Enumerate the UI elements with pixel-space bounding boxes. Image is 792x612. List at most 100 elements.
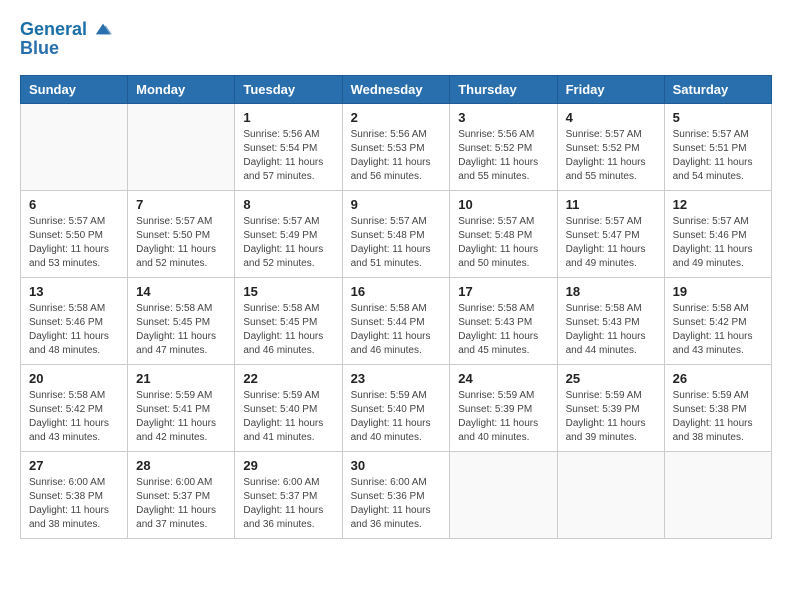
day-number: 12 bbox=[673, 197, 763, 212]
calendar-day-cell: 23 Sunrise: 5:59 AM Sunset: 5:40 PM Dayli… bbox=[342, 364, 450, 451]
day-number: 28 bbox=[136, 458, 226, 473]
day-info: Sunrise: 5:58 AM Sunset: 5:43 PM Dayligh… bbox=[458, 302, 548, 358]
calendar-day-cell: 2 Sunrise: 5:56 AM Sunset: 5:53 PM Daylig… bbox=[342, 103, 450, 190]
calendar-day-cell: 12 Sunrise: 5:57 AM Sunset: 5:46 PM Dayli… bbox=[664, 190, 771, 277]
day-number: 2 bbox=[351, 110, 442, 125]
calendar-day-cell: 16Sunrise: 5:58 AM Sunset: 5:44 PM Dayli… bbox=[342, 277, 450, 364]
calendar-day-cell: 13 Sunrise: 5:58 AM Sunset: 5:46 PM Dayli… bbox=[21, 277, 128, 364]
calendar-week-row: 1 Sunrise: 5:56 AM Sunset: 5:54 PM Daylig… bbox=[21, 103, 772, 190]
logo: General Blue bbox=[20, 20, 112, 59]
day-info: Sunrise: 5:57 AM Sunset: 5:52 PM Dayligh… bbox=[566, 128, 656, 184]
calendar-day-cell: 24 Sunrise: 5:59 AM Sunset: 5:39 PM Dayli… bbox=[450, 364, 557, 451]
day-info: Sunrise: 5:58 AM Sunset: 5:45 PM Dayligh… bbox=[136, 302, 226, 358]
calendar-day-cell: 11Sunrise: 5:57 AM Sunset: 5:47 PM Dayli… bbox=[557, 190, 664, 277]
calendar-day-cell: 1 Sunrise: 5:56 AM Sunset: 5:54 PM Daylig… bbox=[235, 103, 342, 190]
day-info: Sunrise: 5:59 AM Sunset: 5:41 PM Dayligh… bbox=[136, 389, 226, 445]
calendar-day-cell bbox=[21, 103, 128, 190]
day-number: 30 bbox=[351, 458, 442, 473]
day-info: Sunrise: 5:57 AM Sunset: 5:50 PM Dayligh… bbox=[29, 215, 119, 271]
day-number: 13 bbox=[29, 284, 119, 299]
day-info: Sunrise: 5:57 AM Sunset: 5:48 PM Dayligh… bbox=[458, 215, 548, 271]
calendar-header-row: SundayMondayTuesdayWednesdayThursdayFrid… bbox=[21, 75, 772, 103]
day-number: 11 bbox=[566, 197, 656, 212]
calendar-day-cell: 26 Sunrise: 5:59 AM Sunset: 5:38 PM Dayli… bbox=[664, 364, 771, 451]
day-number: 23 bbox=[351, 371, 442, 386]
day-info: Sunrise: 5:57 AM Sunset: 5:46 PM Dayligh… bbox=[673, 215, 763, 271]
day-number: 25 bbox=[566, 371, 656, 386]
calendar-day-cell: 20 Sunrise: 5:58 AM Sunset: 5:42 PM Dayli… bbox=[21, 364, 128, 451]
day-info: Sunrise: 5:59 AM Sunset: 5:38 PM Dayligh… bbox=[673, 389, 763, 445]
calendar-day-header: Tuesday bbox=[235, 75, 342, 103]
day-info: Sunrise: 5:57 AM Sunset: 5:48 PM Dayligh… bbox=[351, 215, 442, 271]
calendar-day-cell: 4Sunrise: 5:57 AM Sunset: 5:52 PM Daylig… bbox=[557, 103, 664, 190]
calendar-day-cell: 14 Sunrise: 5:58 AM Sunset: 5:45 PM Dayli… bbox=[128, 277, 235, 364]
day-number: 8 bbox=[243, 197, 333, 212]
day-number: 9 bbox=[351, 197, 442, 212]
day-info: Sunrise: 5:56 AM Sunset: 5:54 PM Dayligh… bbox=[243, 128, 333, 184]
calendar-day-cell: 8 Sunrise: 5:57 AM Sunset: 5:49 PM Daylig… bbox=[235, 190, 342, 277]
calendar-day-cell: 5Sunrise: 5:57 AM Sunset: 5:51 PM Daylig… bbox=[664, 103, 771, 190]
day-info: Sunrise: 5:58 AM Sunset: 5:46 PM Dayligh… bbox=[29, 302, 119, 358]
calendar-body: 1 Sunrise: 5:56 AM Sunset: 5:54 PM Daylig… bbox=[21, 103, 772, 538]
calendar-table: SundayMondayTuesdayWednesdayThursdayFrid… bbox=[20, 75, 772, 539]
calendar-day-cell bbox=[450, 451, 557, 538]
day-number: 1 bbox=[243, 110, 333, 125]
day-info: Sunrise: 5:58 AM Sunset: 5:42 PM Dayligh… bbox=[673, 302, 763, 358]
day-number: 6 bbox=[29, 197, 119, 212]
day-info: Sunrise: 5:58 AM Sunset: 5:42 PM Dayligh… bbox=[29, 389, 119, 445]
day-info: Sunrise: 5:59 AM Sunset: 5:39 PM Dayligh… bbox=[458, 389, 548, 445]
calendar-day-cell: 19 Sunrise: 5:58 AM Sunset: 5:42 PM Dayli… bbox=[664, 277, 771, 364]
calendar-day-header: Saturday bbox=[664, 75, 771, 103]
calendar-day-cell: 22 Sunrise: 5:59 AM Sunset: 5:40 PM Dayli… bbox=[235, 364, 342, 451]
calendar-day-header: Thursday bbox=[450, 75, 557, 103]
day-info: Sunrise: 5:57 AM Sunset: 5:49 PM Dayligh… bbox=[243, 215, 333, 271]
calendar-day-cell: 9 Sunrise: 5:57 AM Sunset: 5:48 PM Daylig… bbox=[342, 190, 450, 277]
day-info: Sunrise: 5:59 AM Sunset: 5:40 PM Dayligh… bbox=[243, 389, 333, 445]
day-info: Sunrise: 5:58 AM Sunset: 5:45 PM Dayligh… bbox=[243, 302, 333, 358]
day-number: 21 bbox=[136, 371, 226, 386]
calendar-day-cell: 30 Sunrise: 6:00 AM Sunset: 5:36 PM Dayli… bbox=[342, 451, 450, 538]
page-header: General Blue bbox=[20, 20, 772, 59]
day-info: Sunrise: 5:57 AM Sunset: 5:50 PM Dayligh… bbox=[136, 215, 226, 271]
day-number: 10 bbox=[458, 197, 548, 212]
logo-blue: Blue bbox=[20, 38, 112, 59]
day-number: 17 bbox=[458, 284, 548, 299]
day-number: 22 bbox=[243, 371, 333, 386]
day-info: Sunrise: 5:56 AM Sunset: 5:53 PM Dayligh… bbox=[351, 128, 442, 184]
calendar-day-cell: 18Sunrise: 5:58 AM Sunset: 5:43 PM Dayli… bbox=[557, 277, 664, 364]
calendar-week-row: 6 Sunrise: 5:57 AM Sunset: 5:50 PM Daylig… bbox=[21, 190, 772, 277]
day-info: Sunrise: 6:00 AM Sunset: 5:36 PM Dayligh… bbox=[351, 476, 442, 532]
day-number: 20 bbox=[29, 371, 119, 386]
day-info: Sunrise: 5:59 AM Sunset: 5:40 PM Dayligh… bbox=[351, 389, 442, 445]
day-number: 16 bbox=[351, 284, 442, 299]
calendar-day-header: Friday bbox=[557, 75, 664, 103]
calendar-day-header: Sunday bbox=[21, 75, 128, 103]
day-number: 24 bbox=[458, 371, 548, 386]
day-info: Sunrise: 5:58 AM Sunset: 5:43 PM Dayligh… bbox=[566, 302, 656, 358]
day-number: 14 bbox=[136, 284, 226, 299]
calendar-day-cell: 28 Sunrise: 6:00 AM Sunset: 5:37 PM Dayli… bbox=[128, 451, 235, 538]
calendar-day-cell: 25Sunrise: 5:59 AM Sunset: 5:39 PM Dayli… bbox=[557, 364, 664, 451]
calendar-week-row: 20 Sunrise: 5:58 AM Sunset: 5:42 PM Dayli… bbox=[21, 364, 772, 451]
logo-text: General bbox=[20, 20, 112, 40]
day-info: Sunrise: 6:00 AM Sunset: 5:37 PM Dayligh… bbox=[136, 476, 226, 532]
calendar-day-cell: 29Sunrise: 6:00 AM Sunset: 5:37 PM Dayli… bbox=[235, 451, 342, 538]
calendar-day-header: Monday bbox=[128, 75, 235, 103]
calendar-day-header: Wednesday bbox=[342, 75, 450, 103]
day-number: 27 bbox=[29, 458, 119, 473]
calendar-day-cell bbox=[557, 451, 664, 538]
calendar-day-cell: 7 Sunrise: 5:57 AM Sunset: 5:50 PM Daylig… bbox=[128, 190, 235, 277]
day-number: 26 bbox=[673, 371, 763, 386]
calendar-day-cell: 6 Sunrise: 5:57 AM Sunset: 5:50 PM Daylig… bbox=[21, 190, 128, 277]
calendar-day-cell: 21 Sunrise: 5:59 AM Sunset: 5:41 PM Dayli… bbox=[128, 364, 235, 451]
day-info: Sunrise: 6:00 AM Sunset: 5:38 PM Dayligh… bbox=[29, 476, 119, 532]
calendar-day-cell: 15Sunrise: 5:58 AM Sunset: 5:45 PM Dayli… bbox=[235, 277, 342, 364]
calendar-day-cell bbox=[128, 103, 235, 190]
day-number: 29 bbox=[243, 458, 333, 473]
calendar-day-cell bbox=[664, 451, 771, 538]
day-number: 3 bbox=[458, 110, 548, 125]
day-number: 19 bbox=[673, 284, 763, 299]
day-number: 7 bbox=[136, 197, 226, 212]
calendar-week-row: 13 Sunrise: 5:58 AM Sunset: 5:46 PM Dayli… bbox=[21, 277, 772, 364]
day-number: 5 bbox=[673, 110, 763, 125]
